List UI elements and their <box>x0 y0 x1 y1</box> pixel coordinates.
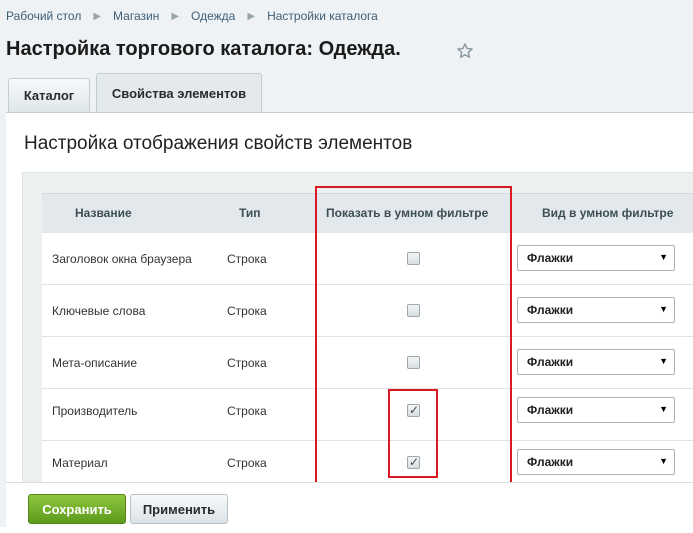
save-button[interactable]: Сохранить <box>28 494 126 524</box>
dropdown-arrow-icon: ▼ <box>659 456 668 466</box>
apply-button[interactable]: Применить <box>130 494 228 524</box>
section-title: Настройка отображения свойств элементов <box>24 133 413 154</box>
breadcrumb-link-catalog-settings[interactable]: Настройки каталога <box>267 9 378 23</box>
breadcrumb: Рабочий стол ▶ Магазин ▶ Одежда ▶ Настро… <box>6 9 378 23</box>
column-header-type: Тип <box>239 206 261 220</box>
property-type: Строка <box>227 356 267 370</box>
select-value: Флажки <box>527 355 574 369</box>
chevron-right-icon: ▶ <box>247 10 256 22</box>
breadcrumb-link-shop[interactable]: Магазин <box>113 9 159 23</box>
breadcrumb-link-clothes[interactable]: Одежда <box>191 9 235 23</box>
breadcrumb-link-desktop[interactable]: Рабочий стол <box>6 9 81 23</box>
dropdown-arrow-icon: ▼ <box>659 404 668 414</box>
property-name: Заголовок окна браузера <box>52 252 192 266</box>
select-value: Флажки <box>527 403 574 417</box>
property-type: Строка <box>227 404 267 418</box>
smart-filter-view-select[interactable]: Флажки ▼ <box>517 297 675 323</box>
property-name: Мета-описание <box>52 356 137 370</box>
property-name: Материал <box>52 456 108 470</box>
column-header-smart-filter-view: Вид в умном фильтре <box>542 206 674 220</box>
smart-filter-view-select[interactable]: Флажки ▼ <box>517 349 675 375</box>
property-type: Строка <box>227 456 267 470</box>
select-value: Флажки <box>527 455 574 469</box>
page-title: Настройка торгового каталога: Одежда. <box>6 38 401 60</box>
highlight-frame-checked-boxes <box>388 389 438 478</box>
dropdown-arrow-icon: ▼ <box>659 304 668 314</box>
smart-filter-view-select[interactable]: Флажки ▼ <box>517 397 675 423</box>
select-value: Флажки <box>527 303 574 317</box>
tab-catalog[interactable]: Каталог <box>8 78 90 112</box>
dropdown-arrow-icon: ▼ <box>659 356 668 366</box>
star-icon[interactable] <box>456 42 474 60</box>
dropdown-arrow-icon: ▼ <box>659 252 668 262</box>
select-value: Флажки <box>527 251 574 265</box>
column-header-name: Название <box>75 206 132 220</box>
chevron-right-icon: ▶ <box>93 10 102 22</box>
property-name: Производитель <box>52 404 138 418</box>
chevron-right-icon: ▶ <box>171 10 180 22</box>
tab-element-properties[interactable]: Свойства элементов <box>96 73 262 113</box>
property-type: Строка <box>227 252 267 266</box>
property-type: Строка <box>227 304 267 318</box>
property-name: Ключевые слова <box>52 304 146 318</box>
smart-filter-view-select[interactable]: Флажки ▼ <box>517 449 675 475</box>
smart-filter-view-select[interactable]: Флажки ▼ <box>517 245 675 271</box>
